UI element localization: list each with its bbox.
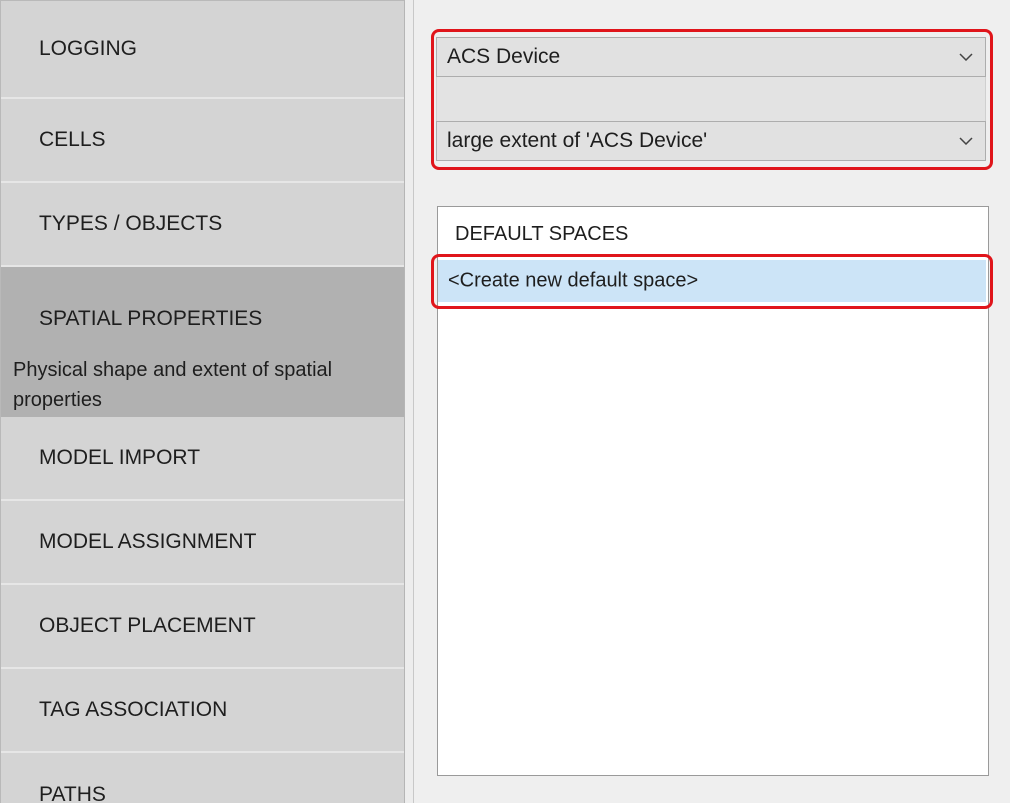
select-spacer bbox=[436, 77, 986, 121]
list-item-label: <Create new default space> bbox=[448, 269, 699, 292]
list-header: DEFAULT SPACES bbox=[455, 223, 629, 245]
chevron-down-icon bbox=[959, 53, 973, 61]
sidebar-item-label: MODEL ASSIGNMENT bbox=[39, 530, 257, 553]
chevron-down-icon bbox=[959, 137, 973, 145]
panel-splitter[interactable] bbox=[404, 0, 414, 803]
sidebar-item-types-objects[interactable]: TYPES / OBJECTS bbox=[1, 183, 404, 267]
sidebar-item-label: LOGGING bbox=[39, 37, 138, 60]
sidebar-item-tag-association[interactable]: TAG ASSOCIATION bbox=[1, 669, 404, 753]
sidebar-item-paths[interactable]: PATHS bbox=[1, 753, 404, 803]
sidebar-item-logging[interactable]: LOGGING bbox=[1, 1, 404, 99]
settings-window: LOGGING CELLS TYPES / OBJECTS SPATIAL PR… bbox=[0, 0, 1010, 803]
sidebar-item-label: TYPES / OBJECTS bbox=[39, 212, 223, 235]
sidebar-item-label: SPATIAL PROPERTIES bbox=[39, 307, 263, 330]
sidebar-nav: LOGGING CELLS TYPES / OBJECTS SPATIAL PR… bbox=[0, 0, 404, 803]
sidebar-item-spatial-properties[interactable]: SPATIAL PROPERTIES Physical shape and ex… bbox=[1, 267, 404, 417]
sidebar-item-label: CELLS bbox=[39, 128, 106, 151]
extent-select[interactable]: large extent of 'ACS Device' bbox=[436, 121, 986, 161]
type-select-value: ACS Device bbox=[447, 45, 561, 68]
type-select[interactable]: ACS Device bbox=[436, 37, 986, 77]
sidebar-item-object-placement[interactable]: OBJECT PLACEMENT bbox=[1, 585, 404, 669]
extent-select-value: large extent of 'ACS Device' bbox=[447, 129, 708, 152]
sidebar-item-cells[interactable]: CELLS bbox=[1, 99, 404, 183]
sidebar-item-label: PATHS bbox=[39, 783, 106, 803]
sidebar-item-model-assignment[interactable]: MODEL ASSIGNMENT bbox=[1, 501, 404, 585]
default-spaces-list: DEFAULT SPACES <Create new default space… bbox=[437, 206, 989, 776]
sidebar-item-label: MODEL IMPORT bbox=[39, 446, 201, 469]
sidebar-item-model-import[interactable]: MODEL IMPORT bbox=[1, 417, 404, 501]
sidebar-item-label: TAG ASSOCIATION bbox=[39, 698, 228, 721]
sidebar-item-label: OBJECT PLACEMENT bbox=[39, 614, 256, 637]
list-item-create-default-space[interactable]: <Create new default space> bbox=[438, 260, 986, 302]
sidebar-item-description: Physical shape and extent of spatial pro… bbox=[13, 359, 333, 411]
